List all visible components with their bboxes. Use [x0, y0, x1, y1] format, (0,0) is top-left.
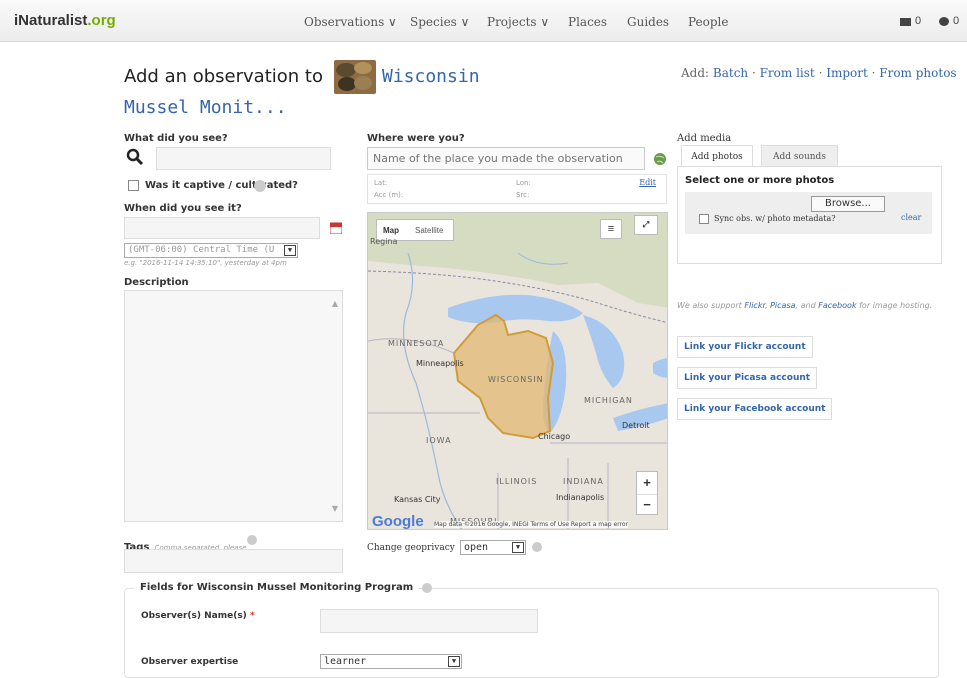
project-link-continued[interactable]: Mussel Monit...	[124, 97, 287, 118]
project-link[interactable]: Wisconsin	[382, 66, 480, 87]
google-logo: Google	[372, 513, 424, 530]
what-label: What did you see?	[124, 133, 228, 144]
image-hosting-note: We also support Flickr, Picasa, and Face…	[677, 301, 933, 310]
globe-icon[interactable]	[653, 152, 667, 166]
nav-projects[interactable]: Projects ∨	[487, 15, 549, 29]
nav-places[interactable]: Places	[568, 15, 607, 29]
acc-label: Acc (m):	[374, 191, 404, 199]
lat-label: Lat:	[374, 179, 388, 187]
map-label-iowa: IOWA	[426, 436, 452, 445]
browse-button[interactable]: Browse...	[811, 196, 885, 212]
add-links: Add: Batch · From list · Import · From p…	[681, 66, 957, 80]
sync-metadata-checkbox[interactable]	[699, 214, 709, 224]
map-city-detroit: Detroit	[622, 421, 650, 430]
description-textarea[interactable]: ▲ ▼	[124, 290, 343, 522]
map-attribution[interactable]: Map data ©2016 Google, INEGI Terms of Us…	[434, 521, 629, 528]
coordinates-panel: Lat: Acc (m): Lon: Src: Edit	[367, 174, 667, 204]
where-label: Where were you?	[367, 133, 465, 144]
date-input[interactable]	[124, 217, 320, 239]
project-fields-fieldset	[124, 588, 939, 678]
sync-metadata-label: Sync obs. w/ photo metadata?	[714, 214, 836, 223]
project-thumbnail[interactable]	[334, 60, 376, 94]
page-title: Add an observation to	[124, 66, 323, 87]
scroll-up-arrow[interactable]: ▲	[332, 299, 338, 308]
picasa-link[interactable]: Picasa	[770, 301, 795, 310]
clear-link[interactable]: clear	[901, 213, 921, 222]
zoom-out-button[interactable]: −	[637, 494, 657, 516]
add-media-label: Add media	[677, 133, 732, 144]
geoprivacy-help-icon[interactable]	[532, 542, 542, 552]
messages-count[interactable]: 0	[915, 15, 921, 27]
calendar-icon[interactable]	[330, 222, 342, 234]
flickr-link[interactable]: Flickr	[744, 301, 765, 310]
layers-icon[interactable]: ≡	[600, 219, 622, 239]
map-label-illinois: ILLINOIS	[496, 477, 538, 486]
scroll-down-arrow[interactable]: ▼	[332, 504, 338, 513]
description-label: Description	[124, 277, 189, 288]
captive-checkbox[interactable]	[128, 180, 139, 191]
map-city-indianapolis: Indianapolis	[556, 493, 605, 502]
observer-expertise-select[interactable]: learner ▼	[320, 654, 462, 669]
map-tab[interactable]: Map	[383, 226, 399, 235]
help-icon[interactable]	[254, 180, 266, 192]
tags-help-icon[interactable]	[247, 535, 257, 545]
observer-expertise-label: Observer expertise	[141, 657, 239, 667]
fullscreen-icon[interactable]: ⤢	[634, 215, 658, 235]
tab-add-sounds[interactable]: Add sounds	[761, 145, 838, 167]
src-label: Src:	[516, 191, 530, 199]
map-label-minnesota: MINNESOTA	[388, 339, 445, 348]
zoom-in-button[interactable]: +	[637, 472, 657, 494]
species-input[interactable]	[156, 147, 331, 170]
import-link[interactable]: Import	[826, 66, 868, 80]
geoprivacy-label: Change geoprivacy	[367, 543, 455, 553]
link-flickr-button[interactable]: Link your Flickr account	[677, 336, 813, 358]
captive-label: Was it captive / cultivated?	[145, 180, 298, 191]
map-label-indiana: INDIANA	[563, 477, 604, 486]
tags-input[interactable]	[124, 549, 343, 573]
map-city-kansas-city: Kansas City	[394, 495, 441, 504]
facebook-link[interactable]: Facebook	[818, 301, 856, 310]
search-icon	[126, 148, 144, 166]
tab-add-photos[interactable]: Add photos	[681, 145, 753, 167]
from-list-link[interactable]: From list	[760, 66, 815, 80]
from-photos-link[interactable]: From photos	[879, 66, 956, 80]
envelope-icon[interactable]	[900, 18, 911, 26]
top-navbar: iNaturalist.org Observations ∨ Species ∨…	[0, 0, 967, 42]
link-facebook-button[interactable]: Link your Facebook account	[677, 398, 833, 420]
observer-name-label: Observer(s) Name(s) *	[141, 611, 255, 621]
when-label: When did you see it?	[124, 203, 242, 214]
observer-name-input[interactable]	[320, 609, 538, 633]
inaturalist-logo[interactable]: iNaturalist.org	[14, 12, 116, 29]
lon-label: Lon:	[516, 179, 531, 187]
comments-count[interactable]: 0	[953, 15, 959, 27]
edit-coordinates-link[interactable]: Edit	[639, 178, 656, 187]
date-hint: e.g. "2016-11-14 14:35:10", yesterday at…	[124, 259, 287, 267]
geoprivacy-select[interactable]: open ▼	[460, 540, 526, 555]
link-picasa-button[interactable]: Link your Picasa account	[677, 367, 818, 389]
nav-people[interactable]: People	[688, 15, 728, 29]
map-city-minneapolis: Minneapolis	[416, 359, 464, 368]
nav-guides[interactable]: Guides	[627, 15, 669, 29]
satellite-tab[interactable]: Satellite	[415, 226, 443, 235]
zoom-control: + −	[636, 471, 658, 515]
select-photos-label: Select one or more photos	[685, 175, 835, 186]
photo-input-area	[685, 192, 932, 234]
map-city-chicago: Chicago	[538, 432, 571, 441]
map-label-wisconsin: WISCONSIN	[488, 375, 544, 384]
timezone-select[interactable]: (GMT-06:00) Central Time (U ▼	[124, 243, 298, 258]
nav-observations[interactable]: Observations ∨	[304, 15, 397, 29]
map[interactable]: Map Satellite Regina ≡ ⤢ MINNESOTA WISCO…	[367, 212, 668, 530]
place-input[interactable]	[367, 147, 645, 170]
project-fields-legend: Fields for Wisconsin Mussel Monitoring P…	[134, 582, 420, 593]
map-label-michigan: MICHIGAN	[584, 396, 633, 405]
comment-bubble-icon[interactable]	[939, 17, 949, 26]
fields-help-icon[interactable]	[422, 583, 432, 593]
map-corner-label: Regina	[370, 237, 398, 246]
nav-species[interactable]: Species ∨	[410, 15, 469, 29]
batch-link[interactable]: Batch	[713, 66, 748, 80]
